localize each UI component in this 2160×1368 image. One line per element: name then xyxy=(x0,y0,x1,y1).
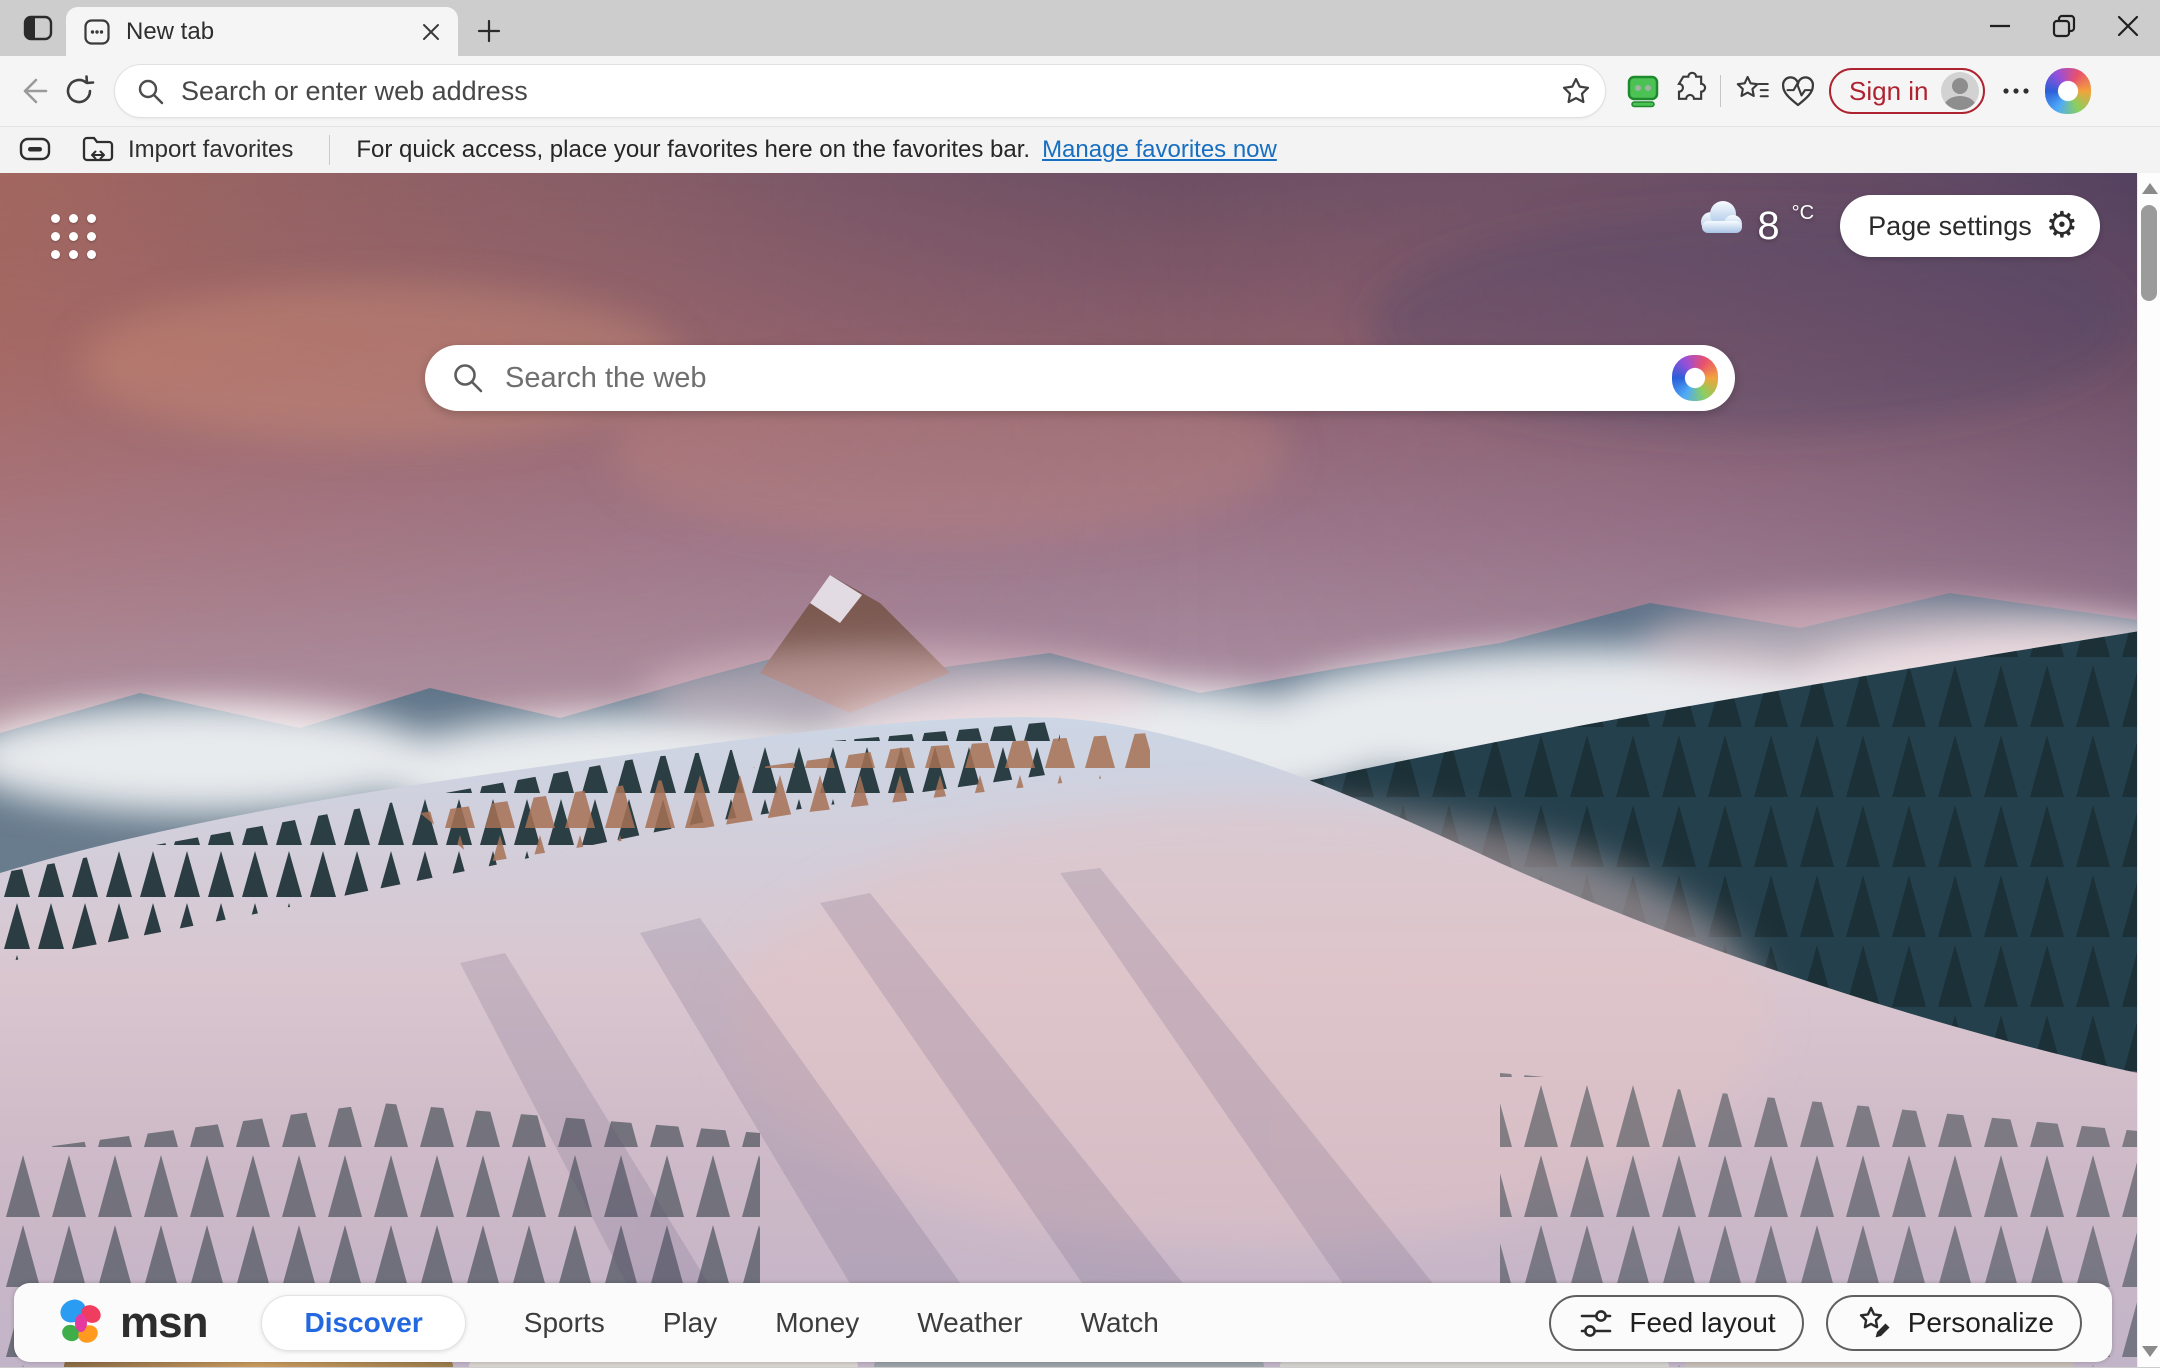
copilot-search-button[interactable] xyxy=(1667,350,1723,406)
tab-close-button[interactable] xyxy=(414,15,448,49)
page-settings-label: Page settings xyxy=(1868,211,2032,242)
cloud-icon xyxy=(1693,198,1745,238)
import-folder-icon xyxy=(80,133,116,167)
top-right-controls: 8 °C Page settings ⚙ xyxy=(1693,195,2100,257)
gear-icon: ⚙ xyxy=(2046,208,2078,244)
manage-favorites-link[interactable]: Manage favorites now xyxy=(1042,136,1277,164)
close-window-button[interactable] xyxy=(2096,0,2160,52)
star-with-lines-icon xyxy=(1731,70,1773,112)
scroll-up-arrow-icon[interactable] xyxy=(2142,183,2158,194)
puzzle-piece-icon xyxy=(1669,71,1709,111)
msn-brand-text: msn xyxy=(120,1298,207,1348)
favorites-bar-item-button[interactable] xyxy=(16,131,56,169)
page-settings-button[interactable]: Page settings ⚙ xyxy=(1840,195,2100,257)
close-icon xyxy=(420,21,442,43)
close-icon xyxy=(2114,12,2142,40)
favorites-button[interactable] xyxy=(1729,68,1775,114)
sign-in-label: Sign in xyxy=(1849,76,1929,107)
refresh-icon xyxy=(62,74,96,108)
plus-icon xyxy=(475,17,503,45)
tab-bar: New tab xyxy=(0,0,2160,56)
tab-actions-menu-icon xyxy=(22,12,54,44)
msn-nav-bar: msn Discover Sports Play Money Weather W… xyxy=(14,1283,2112,1362)
temperature-unit: °C xyxy=(1792,198,1814,228)
scroll-down-arrow-icon[interactable] xyxy=(2142,1346,2158,1357)
tab-actions-menu-button[interactable] xyxy=(16,6,60,50)
favorites-bar-message: For quick access, place your favorites h… xyxy=(356,136,1030,164)
new-tab-page: 8 °C Page settings ⚙ xyxy=(0,173,2160,1367)
search-icon xyxy=(451,361,485,395)
new-tab-button[interactable] xyxy=(468,10,510,52)
password-manager-extension-button[interactable] xyxy=(1620,68,1666,114)
star-icon xyxy=(1560,75,1592,107)
scrollbar[interactable] xyxy=(2137,173,2160,1367)
restore-icon xyxy=(2050,12,2078,40)
extensions-button[interactable] xyxy=(1666,68,1712,114)
web-search-input[interactable] xyxy=(503,361,1667,396)
back-button[interactable] xyxy=(10,68,56,114)
temperature-value: 8 xyxy=(1757,198,1779,254)
browser-essentials-button[interactable] xyxy=(1775,68,1821,114)
window-controls xyxy=(1968,0,2160,52)
nav-item-money[interactable]: Money xyxy=(775,1307,859,1339)
apps-grid-button[interactable] xyxy=(40,203,106,269)
copilot-icon xyxy=(1672,355,1718,401)
feed-layout-button[interactable]: Feed layout xyxy=(1549,1295,1803,1351)
toolbar-divider xyxy=(1720,75,1721,107)
favorite-this-page-button[interactable] xyxy=(1553,68,1599,114)
favorites-bar: Import favorites For quick access, place… xyxy=(0,126,2160,173)
nav-item-watch[interactable]: Watch xyxy=(1081,1307,1159,1339)
personalize-label: Personalize xyxy=(1908,1307,2054,1339)
personalize-button[interactable]: Personalize xyxy=(1826,1295,2082,1351)
search-icon xyxy=(135,76,165,106)
new-tab-page-icon xyxy=(82,17,112,47)
collapsed-favorite-icon xyxy=(19,137,53,163)
web-search-bar[interactable] xyxy=(425,345,1735,411)
feed-layout-label: Feed layout xyxy=(1629,1307,1775,1339)
nav-item-play[interactable]: Play xyxy=(663,1307,717,1339)
import-favorites-label: Import favorites xyxy=(128,136,293,164)
dot-grid-icon xyxy=(51,214,60,223)
copilot-icon xyxy=(2045,68,2091,114)
avatar-icon xyxy=(1941,72,1979,110)
browser-toolbar: Sign in xyxy=(0,56,2160,126)
refresh-button[interactable] xyxy=(56,68,102,114)
nav-item-sports[interactable]: Sports xyxy=(524,1307,605,1339)
nav-item-discover[interactable]: Discover xyxy=(261,1295,465,1351)
import-favorites-button[interactable]: Import favorites xyxy=(70,131,303,169)
robot-extension-icon xyxy=(1623,71,1663,111)
sign-in-button[interactable]: Sign in xyxy=(1829,68,1985,114)
back-arrow-icon xyxy=(15,73,51,109)
active-tab[interactable]: New tab xyxy=(66,7,458,56)
msn-logo-icon xyxy=(54,1297,110,1349)
star-pencil-icon xyxy=(1854,1303,1894,1343)
three-dots-icon xyxy=(1999,74,2033,108)
address-input[interactable] xyxy=(179,75,1553,108)
feed-controls: Feed layout Personalize xyxy=(1549,1295,2082,1351)
copilot-button[interactable] xyxy=(2045,68,2091,114)
tab-title: New tab xyxy=(126,18,414,46)
minimize-icon xyxy=(1986,12,2014,40)
sliders-icon xyxy=(1577,1304,1615,1342)
weather-widget[interactable]: 8 °C xyxy=(1693,198,1814,254)
restore-button[interactable] xyxy=(2032,0,2096,52)
settings-more-button[interactable] xyxy=(1993,68,2039,114)
favorites-bar-divider xyxy=(329,135,330,165)
nav-item-weather[interactable]: Weather xyxy=(917,1307,1022,1339)
minimize-button[interactable] xyxy=(1968,0,2032,52)
address-bar[interactable] xyxy=(114,64,1606,118)
heart-pulse-icon xyxy=(1777,70,1819,112)
scrollbar-thumb[interactable] xyxy=(2141,205,2157,301)
